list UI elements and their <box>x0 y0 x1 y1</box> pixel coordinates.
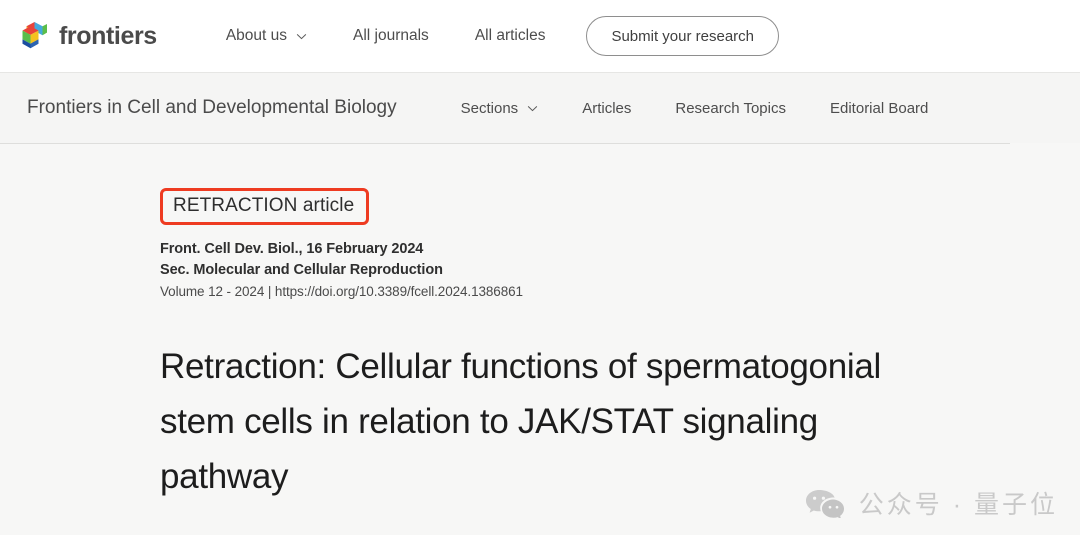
journal-nav-item-label: Research Topics <box>675 99 786 117</box>
section-line: Sec. Molecular and Cellular Reproduction <box>160 261 443 278</box>
brand-name: frontiers <box>59 21 157 50</box>
nav-item-about-us[interactable]: About us <box>203 27 330 45</box>
submit-your-research-button[interactable]: Submit your research <box>586 16 780 56</box>
volume-doi-line[interactable]: Volume 12 - 2024 | https://doi.org/10.33… <box>160 282 1010 301</box>
article-title: Retraction: Cellular functions of sperma… <box>160 347 881 496</box>
global-header: frontiers About us All journals All arti… <box>0 0 1080 72</box>
nav-item-label: About us <box>225 27 287 44</box>
journal-nav-item-sections[interactable]: Sections <box>439 100 561 117</box>
journal-nav-item-articles[interactable]: Articles <box>560 100 653 117</box>
submit-button-label: Submit your research <box>611 27 755 45</box>
global-nav: About us All journals All articles <box>203 27 569 45</box>
journal-nav-item-label: Sections <box>460 99 519 117</box>
chevron-down-icon <box>527 103 538 114</box>
journal-nav-item-research-topics[interactable]: Research Topics <box>653 100 808 117</box>
retraction-badge-label: RETRACTION article <box>173 195 355 216</box>
journal-nav-item-label: Editorial Board <box>830 99 929 117</box>
nav-item-label: All journals <box>353 27 429 44</box>
article-area: RETRACTION article Front. Cell Dev. Biol… <box>0 143 1010 535</box>
journal-nav-item-editorial-board[interactable]: Editorial Board <box>808 100 950 117</box>
nav-item-label: All articles <box>474 27 546 44</box>
brand[interactable]: frontiers <box>20 20 157 52</box>
journal-nav: Sections Articles Research Topics Editor… <box>439 100 951 117</box>
nav-item-all-journals[interactable]: All journals <box>330 27 452 45</box>
nav-item-all-articles[interactable]: All articles <box>452 27 569 45</box>
chevron-down-icon <box>296 31 307 42</box>
journal-citation-line: Front. Cell Dev. Biol., 16 February 2024 <box>160 241 424 257</box>
article-content: RETRACTION article Front. Cell Dev. Biol… <box>0 144 1010 504</box>
journal-title[interactable]: Frontiers in Cell and Developmental Biol… <box>27 97 397 119</box>
article-metadata: Front. Cell Dev. Biol., 16 February 2024… <box>160 239 1010 301</box>
journal-nav-item-label: Articles <box>582 99 632 117</box>
frontiers-cube-logo-icon <box>20 20 50 52</box>
retraction-article-badge: RETRACTION article <box>160 188 370 225</box>
journal-bar: Frontiers in Cell and Developmental Biol… <box>0 72 1080 143</box>
